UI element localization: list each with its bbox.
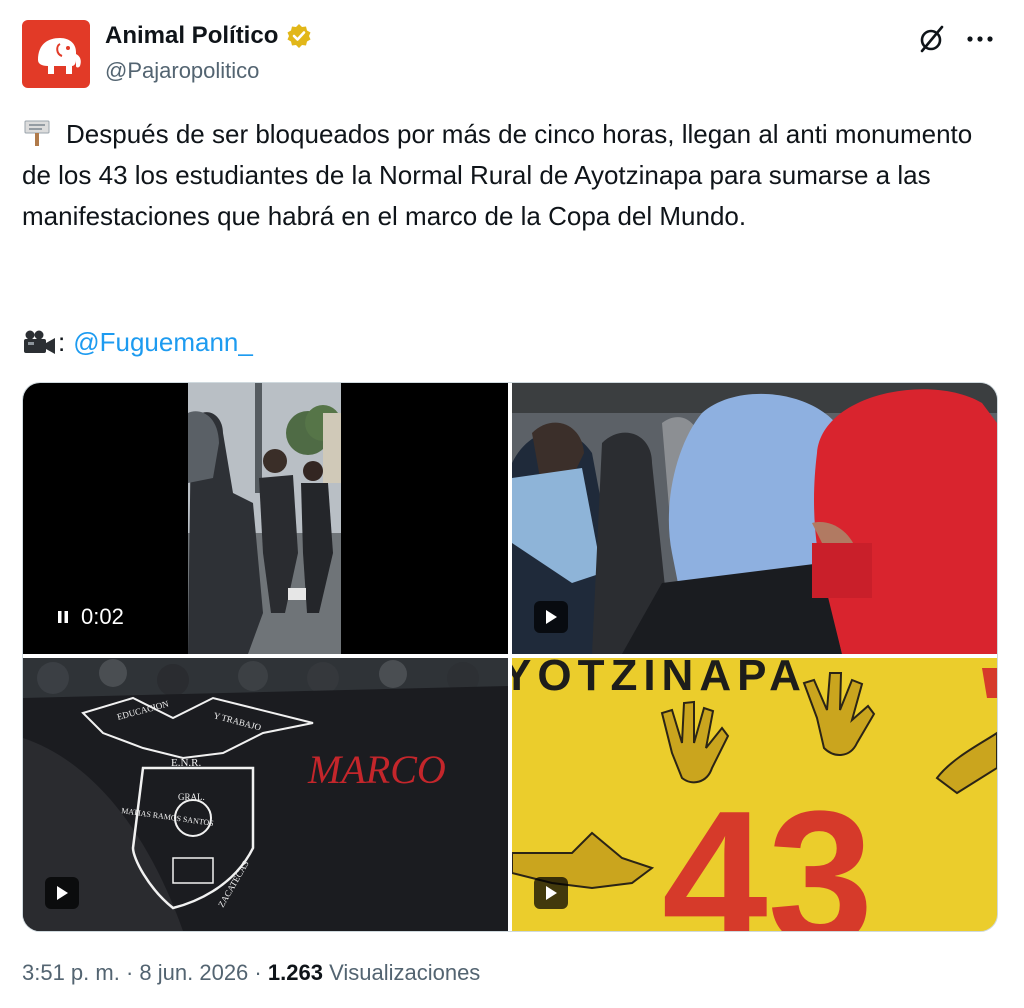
video-time: 0:02 <box>81 604 124 629</box>
meta-separator: · <box>125 960 134 985</box>
pause-icon[interactable] <box>57 610 69 624</box>
elephant-logo-icon <box>38 38 81 74</box>
views-label: Visualizaciones <box>329 960 481 985</box>
video-thumbnail-1[interactable]: 0:02 <box>23 383 508 654</box>
tweet-text: Después de ser bloqueados por más de cin… <box>22 114 992 237</box>
play-button[interactable] <box>534 601 568 633</box>
play-button[interactable] <box>534 877 568 909</box>
video-frame-image <box>512 383 997 654</box>
video-frame-image: YOTZINAPA 43 <box>512 658 997 931</box>
verified-badge-icon[interactable] <box>286 23 312 49</box>
grok-icon[interactable] <box>917 24 947 54</box>
author-display-name[interactable]: Animal Político <box>105 22 278 50</box>
media-grid: 0:02 E.N.R. EDUCACION Y TRABAJO GRAL. MA… <box>22 382 998 932</box>
tweet-text-content: Después de ser bloqueados por más de cin… <box>22 119 980 231</box>
video-frame-image: E.N.R. EDUCACION Y TRABAJO GRAL. MATIAS … <box>23 658 508 931</box>
tweet-meta: 3:51 p. m. · 8 jun. 2026 · 1.263 Visuali… <box>22 960 480 986</box>
emblem-text-3: GRAL. <box>178 792 205 802</box>
play-icon[interactable] <box>544 885 558 901</box>
video-timer-badge[interactable]: 0:02 <box>45 599 136 635</box>
emblem-text-enr: E.N.R. <box>171 757 202 769</box>
banner-text-marco: MARCO <box>307 747 446 792</box>
tweet-time[interactable]: 3:51 p. m. <box>22 960 120 985</box>
tweet-date[interactable]: 8 jun. 2026 <box>139 960 248 985</box>
credit-mention-link[interactable]: @Fuguemann_ <box>73 322 253 363</box>
video-thumbnail-2[interactable] <box>512 383 997 654</box>
video-credit: : @Fuguemann_ <box>22 322 253 363</box>
play-icon[interactable] <box>544 609 558 625</box>
play-icon[interactable] <box>55 885 69 901</box>
credit-separator: : <box>58 327 66 357</box>
video-thumbnail-3[interactable]: E.N.R. EDUCACION Y TRABAJO GRAL. MATIAS … <box>23 658 508 931</box>
video-thumbnail-4[interactable]: YOTZINAPA 43 <box>512 658 997 931</box>
play-button[interactable] <box>45 877 79 909</box>
meta-separator: · <box>254 960 262 985</box>
video-camera-icon <box>24 330 55 354</box>
banner-number-43: 43 <box>662 772 873 931</box>
signpost-icon <box>24 120 50 146</box>
author-name-row[interactable]: Animal Político <box>105 22 312 50</box>
banner-text-ayotzinapa: YOTZINAPA <box>512 658 807 700</box>
avatar[interactable] <box>22 20 90 88</box>
author-handle[interactable]: @Pajaropolitico <box>105 58 259 84</box>
more-options-icon[interactable] <box>962 24 998 54</box>
views-count: 1.263 <box>267 960 323 985</box>
